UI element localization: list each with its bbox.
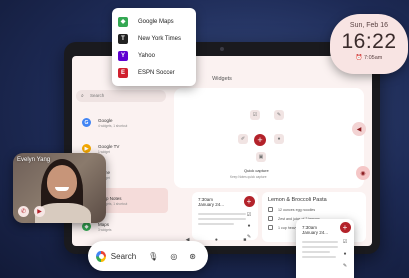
widget-app-count: 3 widgets [98,227,112,232]
mic-icon[interactable]: ● [343,251,346,257]
video-call-widget[interactable]: Evelyn Yang ✆ ▶ [13,153,106,223]
checkbox[interactable] [268,225,273,230]
google-search-bar[interactable]: Search 🎙 ◎ ⊛ [88,241,208,271]
app-icon: ◆ [82,222,91,231]
ingredient-item[interactable]: 12 ounces egg noodles [268,207,360,212]
widget-app-name: Google [98,117,113,123]
chooser-item[interactable]: E ESPN Soccer [118,64,196,81]
video-camera-icon[interactable]: ▶ [34,206,45,217]
clock-widget[interactable]: Sun, Feb 16 16:22 ⏰ 7:05am [330,14,408,74]
espn-icon: E [118,67,128,78]
clock-time: 16:22 [341,30,397,53]
pen-icon[interactable]: ✎ [343,263,347,269]
reminder-note-card[interactable]: 7:30am January 24... + ☑ ● ✎ [192,192,258,240]
text-line [302,246,338,248]
person-face [47,165,77,199]
text-line [198,223,234,225]
mic-icon: ● [274,134,284,144]
google-logo-icon [96,250,106,262]
text-line [302,251,330,253]
mic-icon[interactable]: 🎙 [148,252,158,261]
widget-app-count: 4 widgets, 1 shortcut [98,123,128,128]
quick-capture-title: Quick capture [244,168,269,173]
caller-name: Evelyn Yang [17,157,51,163]
pen-icon: ✎ [274,110,284,120]
widget-app-text: Google TV 1 widget [98,144,119,154]
news-source-chooser: ◆ Google Maps T New York Times Y Yahoo E ESPN S… [112,8,196,86]
quick-capture-subtitle: Keep Notes quick capture [230,175,267,179]
add-note-icon: + [254,134,266,146]
mic-icon[interactable]: ● [247,223,250,229]
camera-dot [220,47,224,51]
keep-note-widget[interactable]: 7:30am January 24... + ☑ ● ✎ [296,219,354,278]
checkbox-icon: ☑ [250,110,260,120]
search-icon: ⌕ [81,93,84,99]
checkbox-icon[interactable]: ☑ [343,239,347,245]
chooser-item-label: New York Times [138,35,182,42]
quick-capture-card[interactable]: ☑ ✎ ✐ + ● ▣ Quick capture Keep Notes qui… [174,88,364,188]
text-line [198,213,246,215]
widget-search-input[interactable]: ⌕ Search [76,90,166,102]
chooser-item-label: Google Maps [138,18,174,25]
widget-app-count: 1 widget [98,149,110,154]
person-smile [55,187,69,191]
widget-app-text: Maps 3 widgets [98,222,111,232]
lens-icon[interactable]: ◎ [170,252,177,261]
checkbox-icon[interactable]: ☑ [247,212,251,218]
widget-app-name: Google TV [98,143,120,149]
add-icon[interactable]: + [243,196,255,207]
clock-date: Sun, Feb 16 [349,22,389,29]
text-line [302,241,338,243]
phone-icon[interactable]: ✆ [18,206,29,217]
widget-app-name: Maps [98,221,110,227]
recipe-title: Lemon & Broccoli Pasta [268,197,327,203]
chooser-item[interactable]: ◆ Google Maps [118,13,196,30]
chooser-item[interactable]: T New York Times [118,30,196,47]
checkbox[interactable] [268,207,273,212]
checkbox[interactable] [268,216,273,221]
brush-icon: ✐ [238,134,248,144]
add-icon[interactable]: + [339,222,351,233]
alarm-time: ⏰ 7:05am [355,55,383,61]
note-toolbar: + ☑ ● ✎ [339,222,351,269]
maps-icon: ◆ [118,16,128,27]
text-line [302,256,336,258]
sound-icon[interactable]: ◉ [356,166,370,180]
app-icon: ▶ [82,144,91,153]
translate-icon[interactable]: ⊛ [189,252,196,261]
widget-app-item[interactable]: G Google 4 widgets, 1 shortcut [76,110,168,135]
text-line [198,218,246,220]
chooser-item[interactable]: Y Yahoo [118,47,196,64]
ingredient-text: 12 ounces egg noodles [278,207,316,212]
nyt-icon: T [118,33,128,44]
yahoo-icon: Y [118,50,128,61]
search-label: Search [110,251,137,261]
app-icon: G [82,118,91,127]
search-placeholder: Search [90,93,105,98]
volume-icon[interactable]: ◀ [352,122,366,136]
chooser-item-label: ESPN Soccer [138,69,175,76]
image-icon: ▣ [256,152,266,162]
widget-app-text: Google 4 widgets, 1 shortcut [98,118,127,128]
chooser-item-label: Yahoo [138,52,155,59]
note-toolbar: + ☑ ● ✎ [243,196,255,240]
